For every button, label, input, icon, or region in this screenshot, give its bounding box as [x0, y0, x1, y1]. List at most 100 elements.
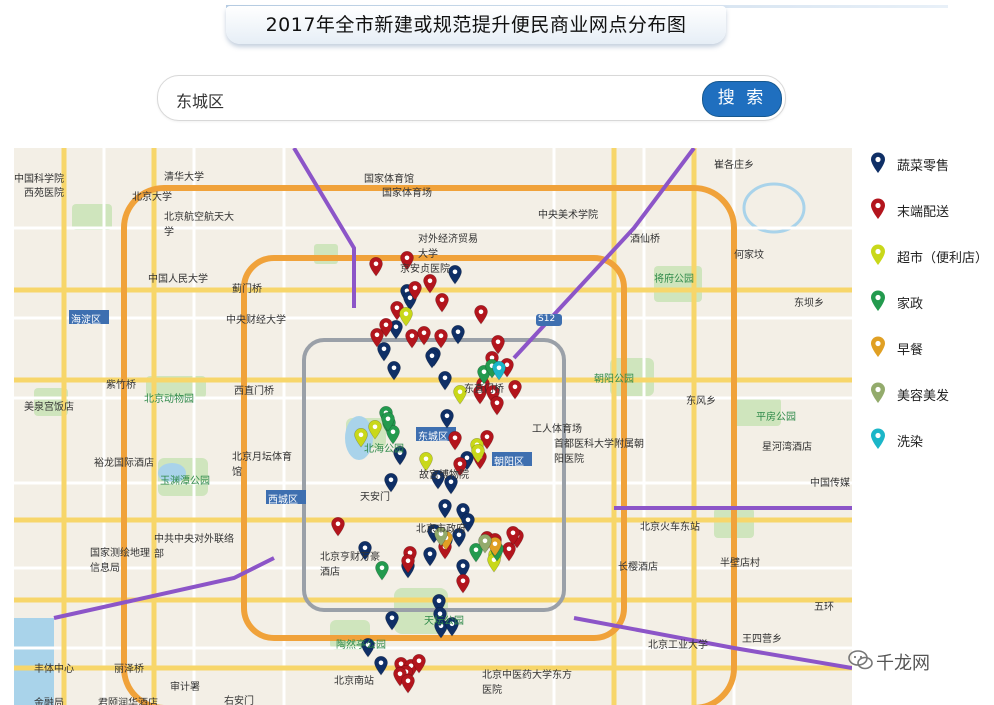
map-pin-vegetable[interactable]	[438, 499, 452, 519]
place-label: 中国人民大学	[148, 274, 208, 285]
place-label: 北京市政府	[416, 524, 466, 535]
map-pin-delivery[interactable]	[456, 574, 470, 594]
place-label: 工人体育场	[532, 424, 582, 435]
map-pin-delivery[interactable]	[474, 305, 488, 325]
place-label: 美泉宫饭店	[24, 402, 74, 413]
search-button[interactable]: 搜 索	[702, 81, 782, 117]
map-pin-delivery[interactable]	[369, 257, 383, 277]
place-label: 故宫博物院	[419, 470, 469, 481]
place-label: 北京火车东站	[640, 522, 700, 533]
place-label: 西直门桥	[234, 386, 274, 397]
map-pin-icon	[871, 428, 885, 449]
place-label: 酒仙桥	[630, 234, 660, 245]
map-pin-icon	[871, 198, 885, 219]
legend-label: 超市（便利店）	[897, 251, 989, 266]
place-label: 北海公园	[364, 444, 404, 455]
legend-label: 洗染	[897, 435, 924, 450]
place-label: 中央财经大学	[226, 315, 286, 326]
road-shield: S12	[538, 314, 556, 324]
map-pin-vegetable[interactable]	[438, 371, 452, 391]
place-label: 中国科学院	[14, 174, 64, 185]
map-pin-vegetable[interactable]	[423, 547, 437, 567]
place-label: 朝阳公园	[594, 374, 634, 385]
legend-label: 早餐	[897, 343, 924, 358]
place-label: 东坝乡	[794, 298, 824, 309]
map-pin-delivery[interactable]	[502, 542, 516, 562]
place-label: 长樱酒店	[618, 562, 658, 573]
place-label: 国家体育馆	[364, 174, 414, 185]
page-title: 2017年全市新建或规范提升便民商业网点分布图	[265, 14, 687, 36]
map-pin-delivery[interactable]	[401, 674, 415, 694]
place-label: 首都医科大学附属朝阳医院	[554, 439, 644, 465]
legend-item-housekeeping: 家政	[870, 290, 994, 314]
place-label: 中国传媒	[810, 478, 850, 489]
legend-item-supermarket: 超市（便利店）	[870, 244, 994, 268]
place-label: 审计署	[170, 682, 200, 693]
district-label-haidian: 海淀区	[71, 315, 101, 326]
map-pin-vegetable[interactable]	[440, 409, 454, 429]
legend-item-delivery: 末端配送	[870, 198, 994, 222]
place-label: 半壁店村	[720, 558, 760, 569]
place-label: 北京工业大学	[648, 640, 708, 651]
place-label: 北京中医药大学东方医院	[482, 670, 572, 696]
map-pin-vegetable[interactable]	[377, 342, 391, 362]
map-pin-delivery[interactable]	[448, 431, 462, 451]
map-pin-delivery[interactable]	[435, 293, 449, 313]
place-label: 东直门桥	[464, 384, 504, 395]
map-pin-delivery[interactable]	[417, 326, 431, 346]
place-label: 北京月坛体育馆	[232, 452, 292, 478]
watermark: 千龙网	[848, 647, 968, 677]
place-label: 国家测绘地理信息局	[90, 548, 150, 574]
map-pin-icon	[871, 152, 885, 173]
legend-label: 家政	[897, 297, 924, 312]
place-label: 丰体中心	[34, 664, 74, 675]
place-label: 东风乡	[686, 396, 716, 407]
place-label: 陶然亭公园	[336, 640, 386, 651]
map-pin-vegetable[interactable]	[387, 361, 401, 381]
place-label: 右安门	[224, 696, 254, 705]
map-pin-delivery[interactable]	[490, 396, 504, 416]
map-pin-icon	[871, 336, 885, 357]
map-pin-laundry[interactable]	[492, 361, 506, 381]
place-label: 君颐润华酒店	[98, 698, 158, 705]
map-pin-icon	[871, 382, 885, 403]
place-label: 五环	[814, 602, 834, 613]
legend-label: 美容美发	[897, 389, 950, 404]
map-pin-vegetable[interactable]	[448, 265, 462, 285]
map-pin-icon	[871, 244, 885, 265]
legend-item-laundry: 洗染	[870, 428, 994, 452]
place-label: 北京亨财万豪酒店	[320, 552, 380, 578]
place-label: 王四营乡	[742, 634, 782, 645]
legend-item-breakfast: 早餐	[870, 336, 994, 360]
legend-item-vegetable: 蔬菜零售	[870, 152, 994, 176]
place-label: 星河湾酒店	[762, 442, 812, 453]
place-label: 将府公园	[654, 274, 694, 285]
place-label: 天坛公园	[424, 616, 464, 627]
place-label: 国家体育场	[382, 188, 432, 199]
map-pin-delivery[interactable]	[331, 517, 345, 537]
legend-label: 末端配送	[897, 205, 950, 220]
place-label: 金融局	[34, 698, 64, 705]
map-pin-delivery[interactable]	[405, 329, 419, 349]
place-label: 裕龙国际酒店	[94, 458, 154, 469]
place-label: 平房公园	[756, 412, 796, 423]
place-label: 中共中央对外联络部	[154, 534, 234, 560]
map-pin-vegetable[interactable]	[374, 656, 388, 676]
district-label-xicheng: 西城区	[268, 495, 298, 506]
place-label: 北京大学	[132, 192, 172, 203]
place-label: 天安门	[360, 492, 390, 503]
place-label: 丽泽桥	[114, 664, 144, 675]
place-label: 北京航空航天大学	[164, 212, 234, 238]
place-label: 京安贞医院	[400, 264, 450, 275]
map-view[interactable]: 海淀区 东城区 朝阳区 西城区 S12 中国科学院 西苑医院 清华大学 北京大学…	[14, 148, 852, 705]
place-label: 玉渊潭公园	[160, 476, 210, 487]
district-label-dongcheng: 东城区	[418, 432, 448, 443]
search-box[interactable]: 东城区 搜 索	[157, 75, 786, 121]
search-input[interactable]: 东城区	[176, 88, 224, 112]
place-label: 崔各庄乡	[714, 160, 754, 171]
map-pin-delivery[interactable]	[508, 380, 522, 400]
map-pin-vegetable[interactable]	[425, 349, 439, 369]
district-label-chaoyang: 朝阳区	[494, 457, 524, 468]
legend-label: 蔬菜零售	[897, 159, 950, 174]
map-pin-delivery[interactable]	[434, 329, 448, 349]
